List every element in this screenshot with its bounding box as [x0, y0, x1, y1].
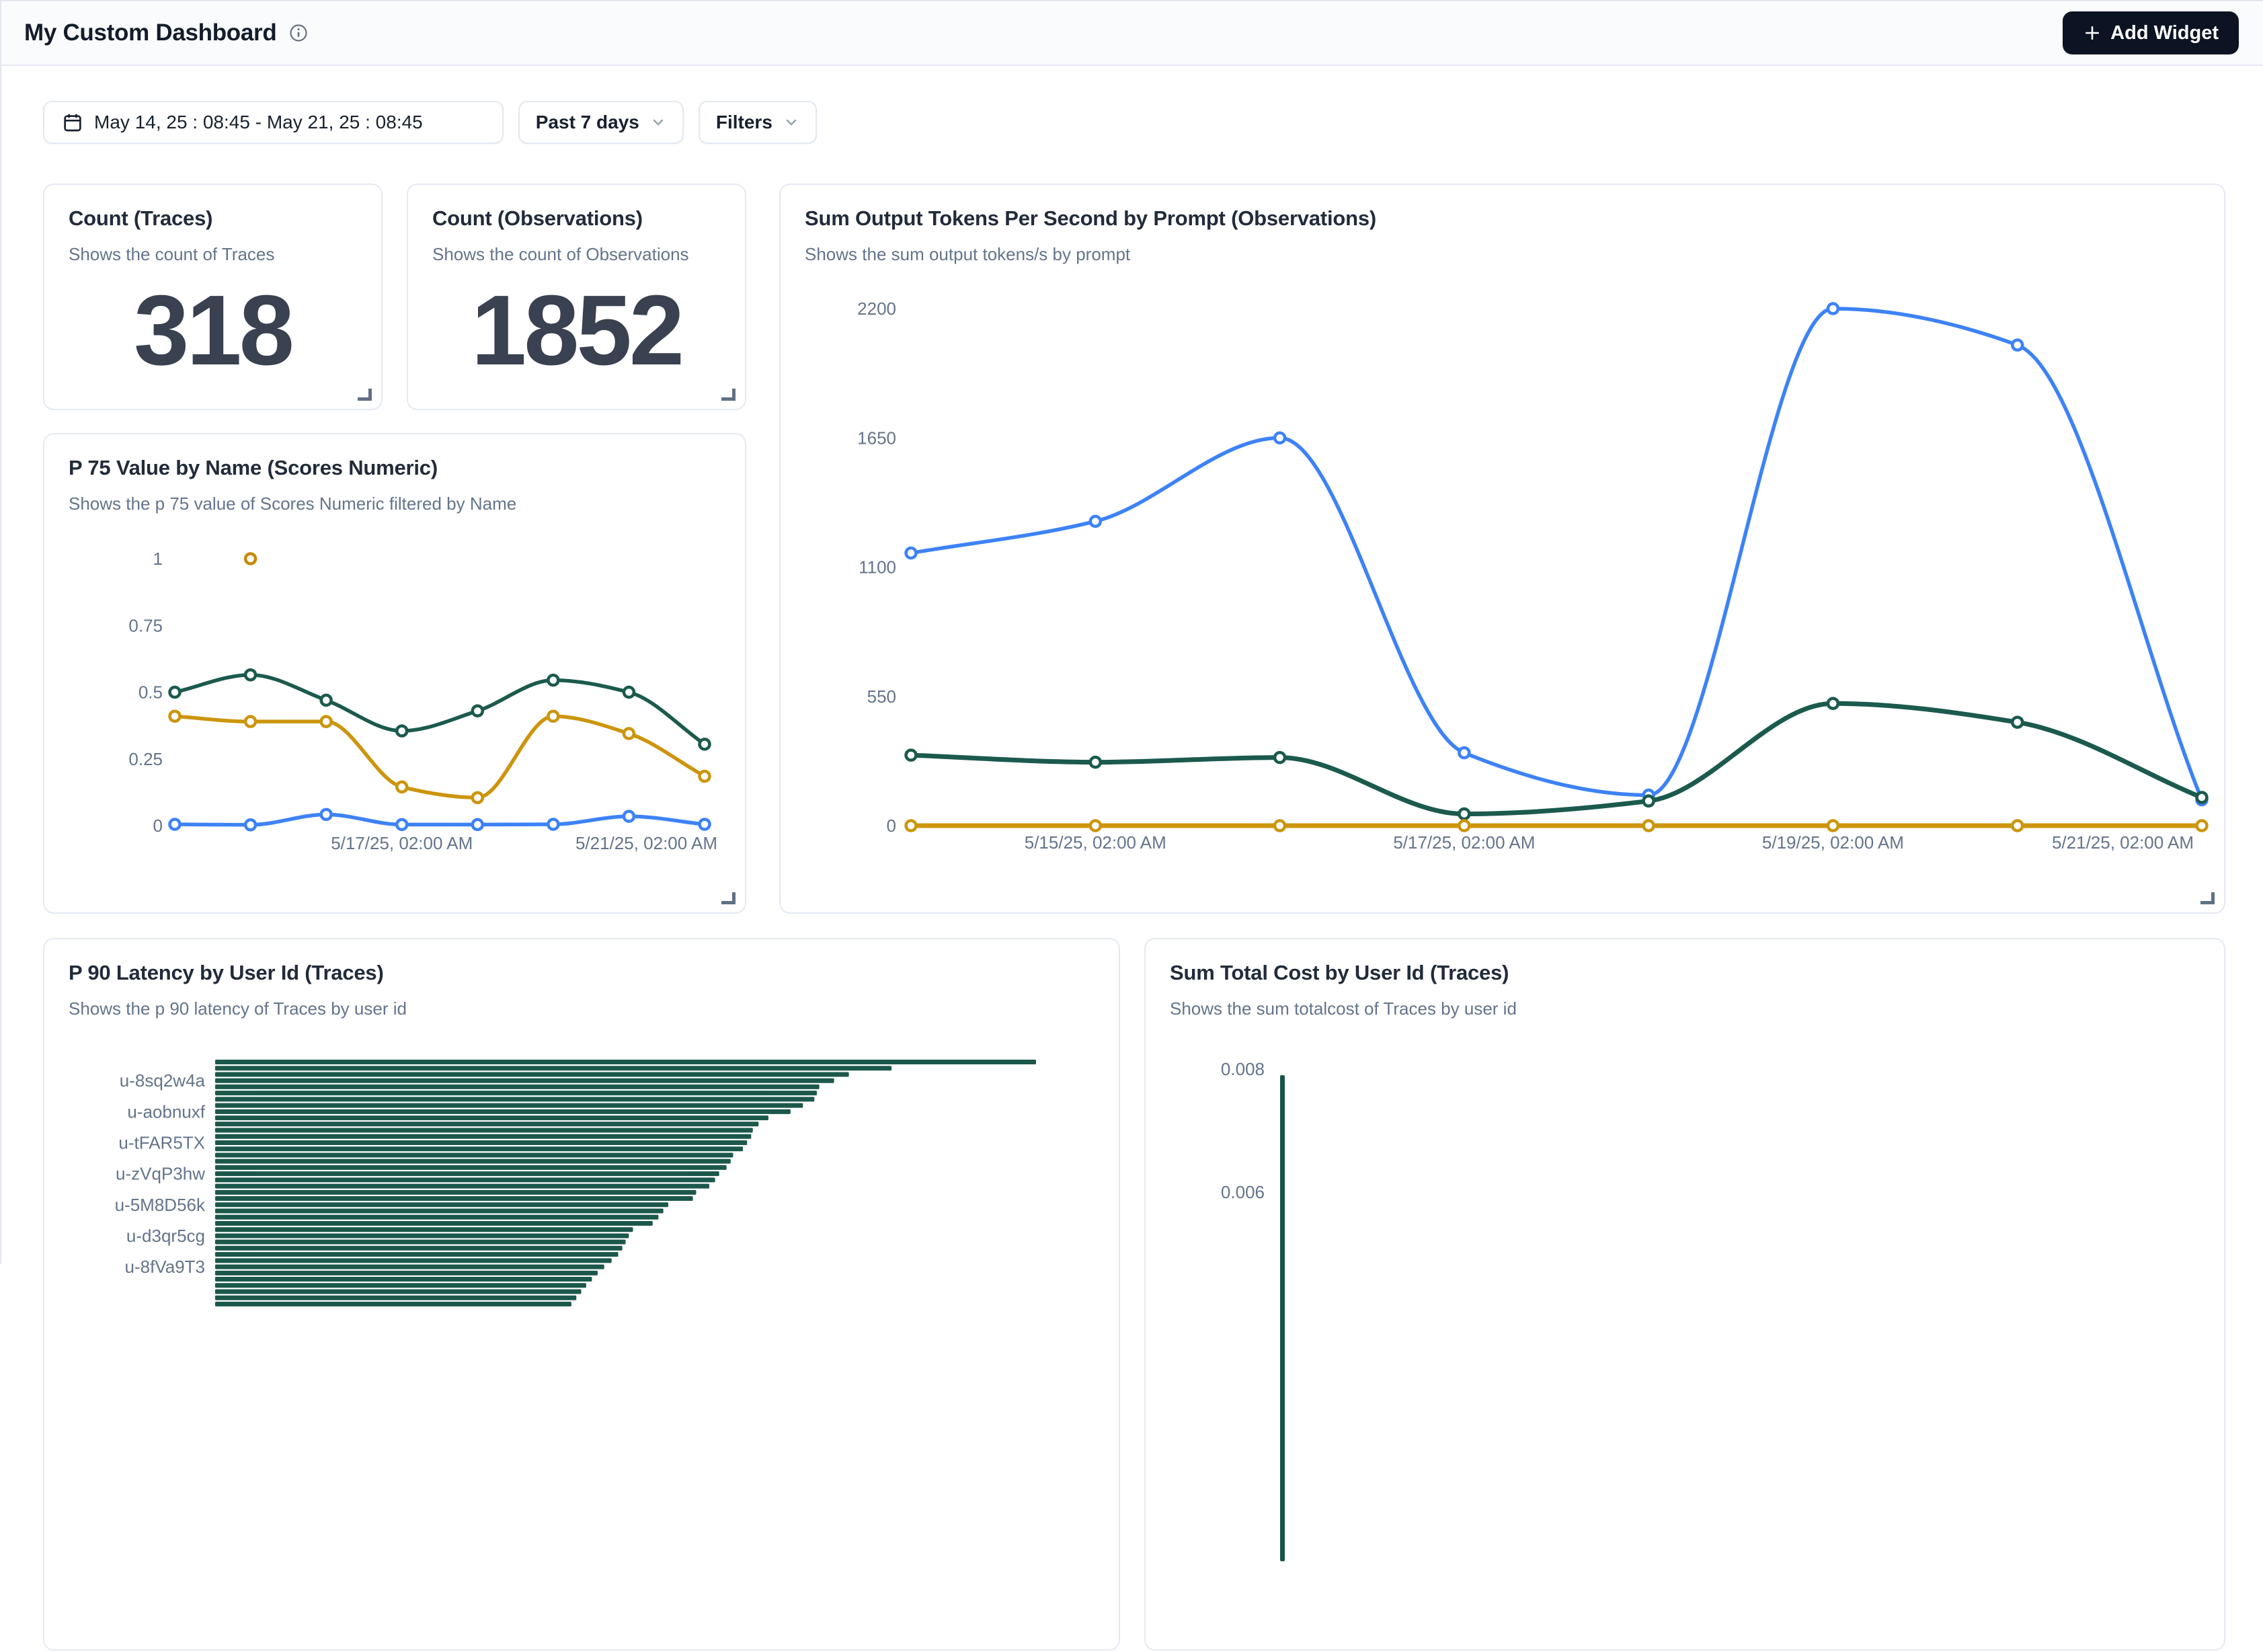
svg-text:u-d3qr5cg: u-d3qr5cg: [126, 1226, 205, 1246]
card-subtitle: Shows the p 90 latency of Traces by user…: [44, 985, 1119, 1019]
svg-text:0: 0: [153, 816, 163, 836]
resize-handle[interactable]: [721, 389, 736, 401]
calendar-icon: [62, 112, 83, 133]
svg-text:0.5: 0.5: [138, 682, 163, 703]
svg-text:550: 550: [867, 686, 896, 707]
chevron-down-icon: [650, 114, 666, 130]
svg-text:u-zVqP3hw: u-zVqP3hw: [116, 1164, 205, 1184]
time-preset-dropdown[interactable]: Past 7 days: [518, 101, 684, 144]
svg-text:0.008: 0.008: [1221, 1059, 1265, 1079]
svg-text:5/17/25, 02:00 AM: 5/17/25, 02:00 AM: [331, 833, 473, 853]
svg-text:0.25: 0.25: [128, 749, 163, 769]
svg-text:u-8fVa9T3: u-8fVa9T3: [125, 1257, 205, 1277]
card-title: Sum Output Tokens Per Second by Prompt (…: [781, 185, 2224, 231]
plus-icon: [2083, 24, 2102, 42]
resize-handle[interactable]: [721, 892, 736, 904]
info-icon[interactable]: [288, 23, 309, 43]
metric-value-observations: 1852: [408, 272, 745, 389]
add-widget-button[interactable]: Add Widget: [2063, 11, 2239, 54]
card-title: Count (Observations): [408, 185, 745, 231]
metric-value-traces: 318: [44, 272, 381, 389]
card-subtitle: Shows the count of Observations: [408, 231, 745, 265]
card-title: P 75 Value by Name (Scores Numeric): [44, 434, 745, 480]
time-preset-value: Past 7 days: [536, 112, 639, 133]
page-title: My Custom Dashboard: [24, 19, 276, 46]
svg-text:5/15/25, 02:00 AM: 5/15/25, 02:00 AM: [1025, 832, 1166, 853]
card-title: Count (Traces): [44, 185, 381, 231]
card-subtitle: Shows the count of Traces: [44, 231, 381, 265]
card-count-traces: Count (Traces) Shows the count of Traces…: [43, 184, 383, 410]
date-range-value: May 14, 25 : 08:45 - May 21, 25 : 08:45: [94, 112, 423, 133]
chevron-down-icon: [783, 114, 799, 130]
card-sum-total-cost: Sum Total Cost by User Id (Traces) Shows…: [1144, 938, 2225, 1651]
card-sum-output-tokens: Sum Output Tokens Per Second by Prompt (…: [779, 184, 2225, 914]
svg-text:u-aobnuxf: u-aobnuxf: [127, 1101, 205, 1122]
card-title: Sum Total Cost by User Id (Traces): [1146, 939, 2224, 985]
window-border-top: [0, 0, 2263, 1]
filters-label: Filters: [716, 112, 772, 133]
card-title: P 90 Latency by User Id (Traces): [44, 939, 1119, 985]
svg-text:u-8sq2w4a: u-8sq2w4a: [120, 1070, 206, 1091]
svg-text:5/21/25, 02:00 AM: 5/21/25, 02:00 AM: [575, 833, 717, 853]
card-p90-latency: P 90 Latency by User Id (Traces) Shows t…: [43, 938, 1120, 1651]
sum-total-cost-bar-chart: 0.008 0.006: [1146, 1033, 2227, 1652]
window-border-left: [0, 0, 1, 1264]
svg-text:5/19/25, 02:00 AM: 5/19/25, 02:00 AM: [1762, 832, 1904, 853]
svg-text:0: 0: [887, 816, 896, 836]
sum-output-tokens-line-chart: 2200 1650 1100 550 0 5/15/25, 02:00 AM 5/17/25…: [807, 286, 2200, 877]
p90-latency-bar-chart: u-8sq2w4a u-aobnuxf u-tFAR5TX u-zVqP3hw u-5M…: [44, 1033, 1121, 1652]
card-count-observations: Count (Observations) Shows the count of …: [407, 184, 746, 410]
svg-text:0.006: 0.006: [1221, 1182, 1265, 1202]
svg-text:5/21/25, 02:00 AM: 5/21/25, 02:00 AM: [2052, 832, 2194, 853]
card-subtitle: Shows the sum totalcost of Traces by use…: [1146, 985, 2224, 1019]
svg-text:2200: 2200: [857, 299, 896, 319]
resize-handle[interactable]: [358, 389, 372, 401]
card-subtitle: Shows the sum output tokens/s by prompt: [781, 231, 2224, 265]
header: My Custom Dashboard Add Widget: [0, 1, 2263, 66]
p75-value-line-chart: 1 0.75 0.5 0.25 0 5/17/25, 02:00 AM 5/21/25, 0…: [69, 535, 723, 892]
svg-text:0.75: 0.75: [128, 615, 163, 635]
toolbar: May 14, 25 : 08:45 - May 21, 25 : 08:45 …: [43, 101, 817, 144]
card-subtitle: Shows the p 75 value of Scores Numeric f…: [44, 480, 745, 514]
filters-dropdown[interactable]: Filters: [699, 101, 817, 144]
add-widget-label: Add Widget: [2110, 22, 2219, 44]
svg-text:1: 1: [153, 549, 163, 569]
svg-text:5/17/25, 02:00 AM: 5/17/25, 02:00 AM: [1393, 832, 1535, 853]
card-p75-value: P 75 Value by Name (Scores Numeric) Show…: [43, 433, 746, 914]
date-range-picker[interactable]: May 14, 25 : 08:45 - May 21, 25 : 08:45: [43, 101, 504, 144]
resize-handle[interactable]: [2200, 892, 2215, 904]
svg-text:u-5M8D56k: u-5M8D56k: [115, 1195, 206, 1215]
svg-text:1100: 1100: [859, 557, 896, 578]
svg-text:u-tFAR5TX: u-tFAR5TX: [118, 1132, 205, 1152]
svg-text:1650: 1650: [857, 428, 896, 448]
